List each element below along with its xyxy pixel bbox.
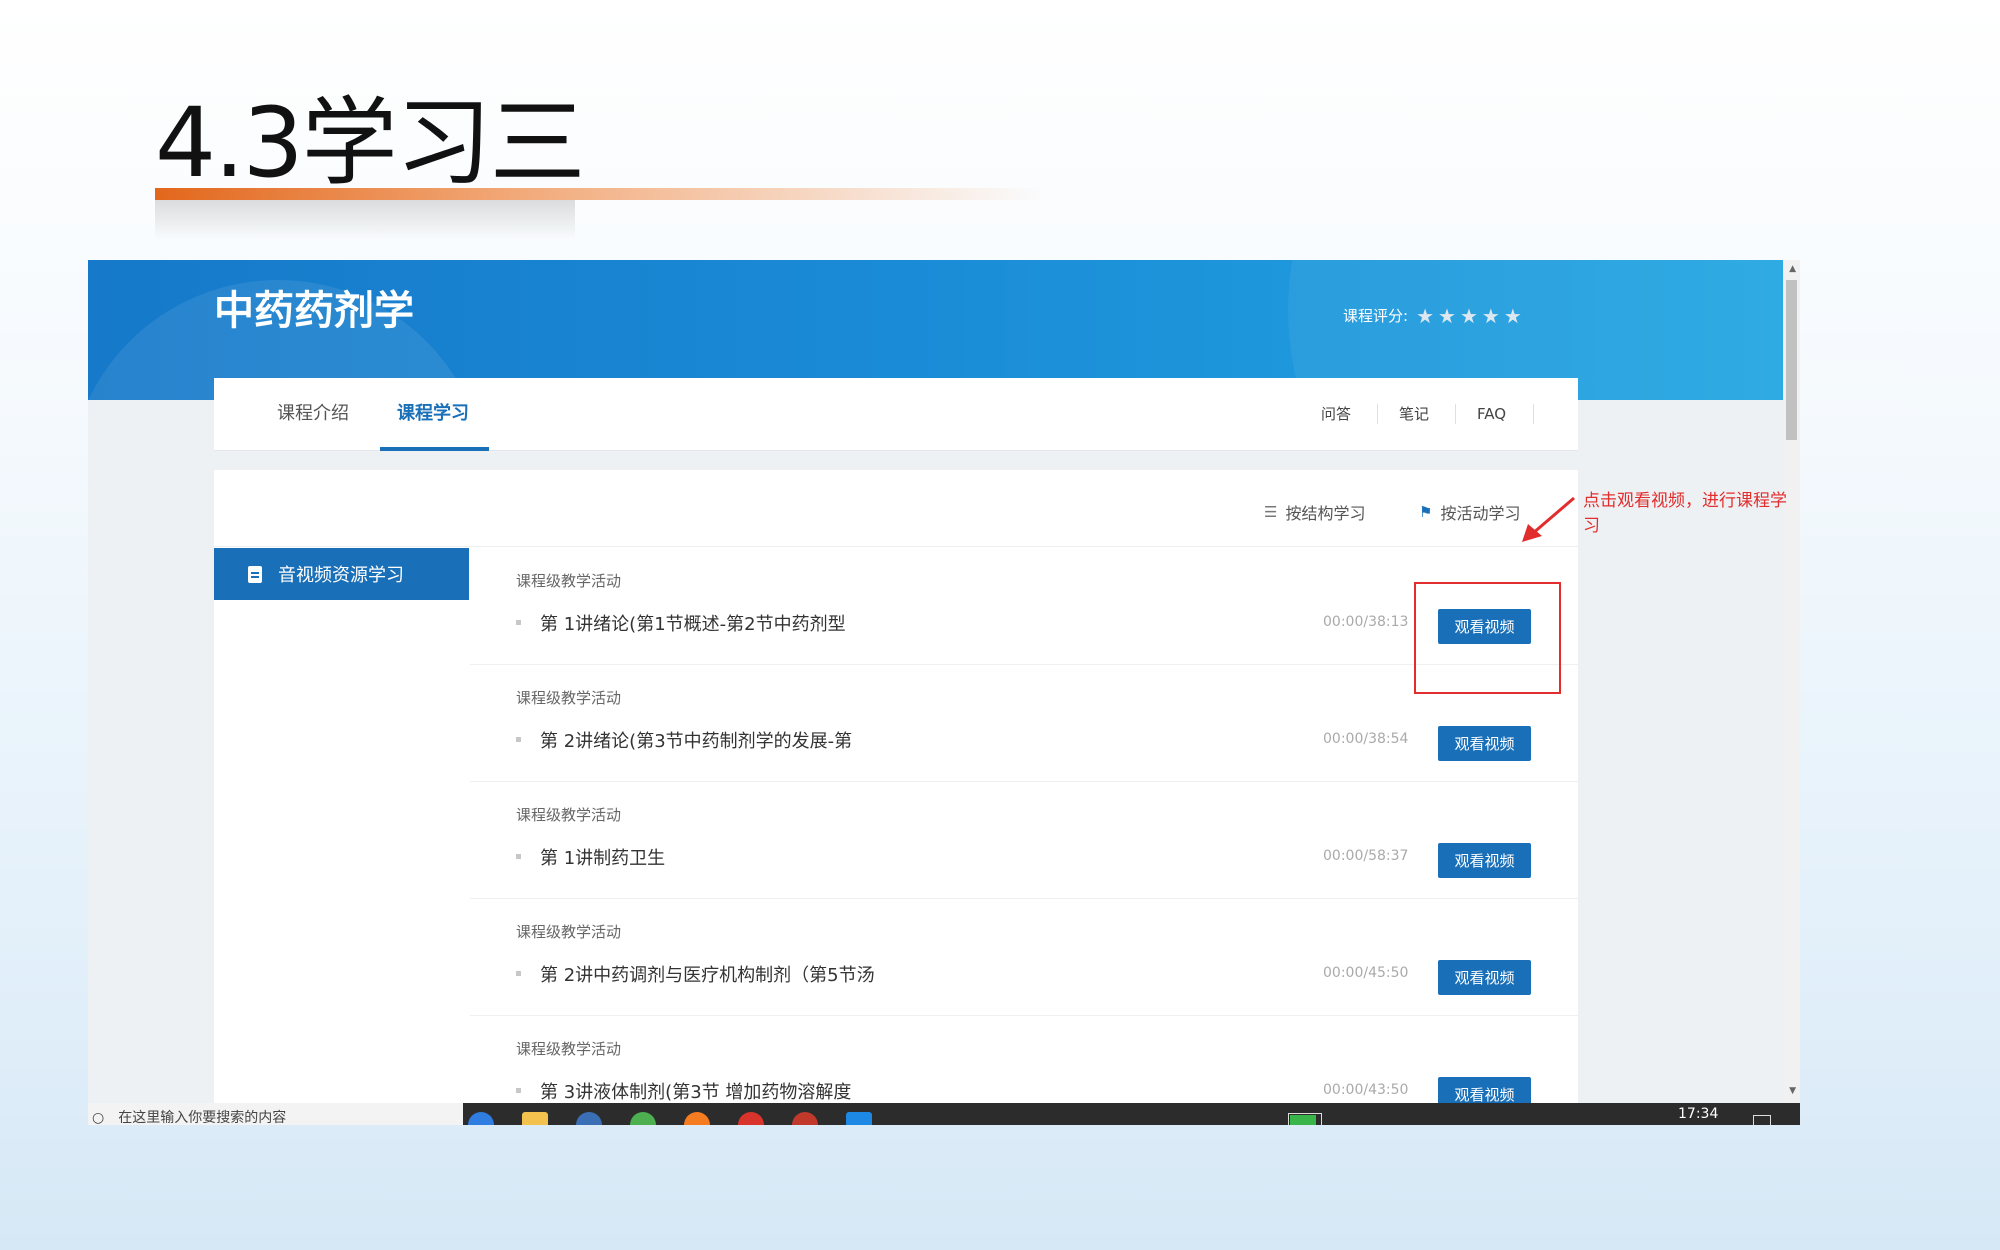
study-mode-bar: ☰ 按结构学习 ⚑ 按活动学习 (214, 470, 1578, 547)
activity-list: 课程级教学活动 第 1讲绪论(第1节概述-第2节中药剂型 00:00/38:13… (470, 548, 1578, 1125)
taskbar-apps (468, 1103, 872, 1125)
tab-course-study[interactable]: 课程学习 (397, 378, 469, 450)
annotation-text: 点击观看视频，进行课程学习 (1583, 491, 1787, 536)
tab-course-intro[interactable]: 课程介绍 (277, 378, 349, 450)
notes-link[interactable]: 笔记 (1399, 378, 1429, 450)
divider (1455, 404, 1456, 424)
rating-label: 课程评分: (1343, 307, 1409, 325)
search-icon: ○ (92, 1110, 105, 1125)
app2-icon[interactable] (846, 1112, 872, 1125)
divider (1533, 404, 1534, 424)
activity-category: 课程级教学活动 (516, 806, 622, 824)
firefox-icon[interactable] (684, 1112, 710, 1125)
sidebar-item-av-resources[interactable]: 音视频资源学习 (214, 548, 469, 600)
bullet (516, 971, 521, 976)
video-progress-time: 00:00/38:54 (1323, 731, 1409, 747)
notification-icon[interactable] (1753, 1115, 1771, 1125)
mail-icon[interactable] (576, 1112, 602, 1125)
rating-stars: ★ ★ ★ ★ ★ (1416, 306, 1522, 326)
media-icon[interactable] (738, 1112, 764, 1125)
list-item: 课程级教学活动 第 1讲制药卫生 00:00/58:37 观看视频 (470, 782, 1578, 899)
content-panel: ☰ 按结构学习 ⚑ 按活动学习 音视频资源学习 课程级教学活动 第 1讲绪论(第… (214, 470, 1578, 1125)
list-item: 课程级教学活动 第 1讲绪论(第1节概述-第2节中药剂型 00:00/38:13… (470, 548, 1578, 665)
tab-bar: 课程介绍 课程学习 问答 笔记 FAQ (214, 378, 1578, 451)
course-rating: 课程评分: ★ ★ ★ ★ ★ (1343, 305, 1522, 326)
star-icon: ★ (1481, 303, 1500, 328)
activity-title[interactable]: 第 3讲液体制剂(第3节 增加药物溶解度 (540, 1078, 851, 1104)
list-item: 课程级教学活动 第 2讲绪论(第3节中药制剂学的发展-第 00:00/38:54… (470, 665, 1578, 782)
activity-category: 课程级教学活动 (516, 689, 622, 707)
video-progress-time: 00:00/38:13 (1323, 614, 1409, 630)
slide-title: 4.3学习三 (155, 87, 586, 199)
watch-video-button[interactable]: 观看视频 (1438, 726, 1531, 761)
list-item: 课程级教学活动 第 2讲中药调剂与医疗机构制剂（第5节汤 00:00/45:50… (470, 899, 1578, 1016)
scrollbar-thumb[interactable] (1786, 280, 1797, 440)
faq-link[interactable]: FAQ (1477, 378, 1506, 450)
chrome-icon[interactable] (630, 1112, 656, 1125)
title-underline (155, 188, 1045, 200)
battery-icon[interactable] (1288, 1113, 1322, 1125)
app-icon[interactable] (792, 1112, 818, 1125)
bullet (516, 1088, 521, 1093)
divider (1377, 404, 1378, 424)
video-progress-time: 00:00/45:50 (1323, 965, 1409, 981)
taskbar-search[interactable]: ○ 在这里输入你要搜索的内容 (88, 1103, 463, 1125)
highlight-box (1414, 582, 1561, 694)
activity-title[interactable]: 第 2讲绪论(第3节中药制剂学的发展-第 (540, 727, 852, 753)
scrollbar[interactable]: ▲ ▼ (1783, 260, 1800, 1103)
activity-category: 课程级教学活动 (516, 1040, 622, 1058)
activity-title[interactable]: 第 1讲制药卫生 (540, 844, 665, 870)
watch-video-button[interactable]: 观看视频 (1438, 843, 1531, 878)
star-icon: ★ (1438, 303, 1456, 328)
star-icon: ★ (1416, 303, 1434, 328)
study-by-structure-button[interactable]: ☰ 按结构学习 (1264, 500, 1365, 524)
search-placeholder: 在这里输入你要搜索的内容 (118, 1110, 287, 1125)
taskbar: ○ 在这里输入你要搜索的内容 17:34 (88, 1103, 1800, 1125)
document-icon (248, 565, 262, 583)
course-title: 中药药剂学 (214, 288, 414, 334)
activity-category: 课程级教学活动 (516, 572, 622, 590)
flag-icon: ⚑ (1419, 503, 1433, 521)
scroll-down-icon[interactable]: ▼ (1789, 1086, 1796, 1096)
watch-video-button[interactable]: 观看视频 (1438, 960, 1531, 995)
scroll-up-icon[interactable]: ▲ (1789, 264, 1796, 274)
activity-title[interactable]: 第 2讲中药调剂与医疗机构制剂（第5节汤 (540, 961, 875, 987)
annotation-arrow-icon (1522, 496, 1575, 542)
qa-link[interactable]: 问答 (1321, 378, 1351, 450)
star-icon: ★ (1459, 303, 1478, 328)
folder-icon[interactable] (522, 1112, 548, 1125)
sidebar-item-label: 音视频资源学习 (278, 565, 404, 586)
title-reflection (155, 200, 575, 240)
star-icon: ★ (1503, 303, 1522, 328)
video-progress-time: 00:00/43:50 (1323, 1082, 1409, 1098)
video-progress-time: 00:00/58:37 (1323, 848, 1409, 864)
bullet (516, 737, 521, 742)
clock[interactable]: 17:34 (1678, 1103, 1718, 1125)
study-by-activity-button[interactable]: ⚑ 按活动学习 (1419, 500, 1520, 524)
activity-category: 课程级教学活动 (516, 923, 622, 941)
study-by-structure-label: 按结构学习 (1285, 504, 1366, 523)
study-by-activity-label: 按活动学习 (1440, 504, 1521, 523)
activity-title[interactable]: 第 1讲绪论(第1节概述-第2节中药剂型 (540, 610, 846, 636)
bullet (516, 620, 521, 625)
active-tab-indicator (380, 447, 489, 451)
bullet (516, 854, 521, 859)
browser-icon[interactable] (468, 1112, 494, 1125)
list-icon: ☰ (1264, 503, 1278, 521)
